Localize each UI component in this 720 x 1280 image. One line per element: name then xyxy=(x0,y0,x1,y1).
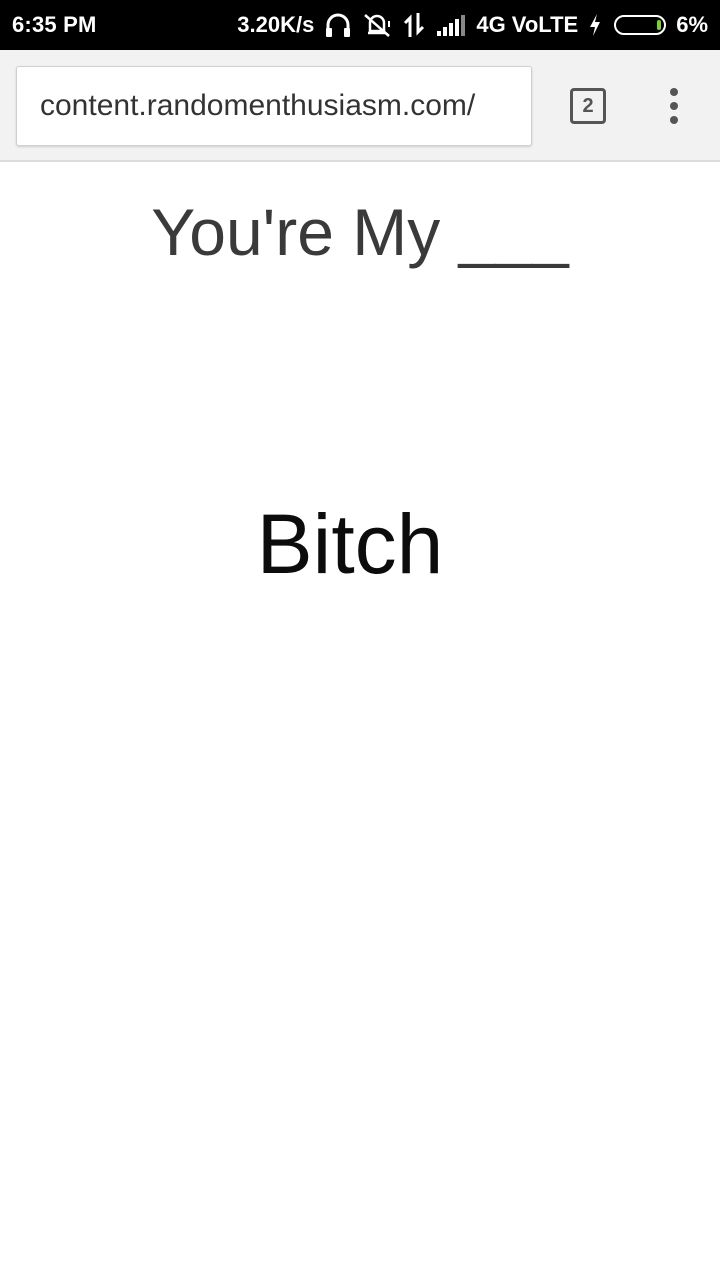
overflow-menu-icon[interactable] xyxy=(658,88,690,124)
headphones-icon xyxy=(324,12,352,38)
vibrate-off-icon xyxy=(362,12,392,38)
phone-screen: 6:35 PM 3.20K/s 4G VoLTE 6% content.rand… xyxy=(0,0,720,1280)
status-indicators: 3.20K/s 4G VoLTE 6% xyxy=(237,0,708,50)
page-headline: You're My ___ xyxy=(151,195,569,269)
battery-level-fill xyxy=(657,20,662,30)
url-bar[interactable]: content.randomenthusiasm.com/ xyxy=(16,66,532,146)
tab-count: 2 xyxy=(582,94,594,117)
browser-toolbar: content.randomenthusiasm.com/ 2 xyxy=(0,50,720,162)
url-text[interactable]: content.randomenthusiasm.com/ xyxy=(40,89,475,123)
tab-switcher-button[interactable]: 2 xyxy=(570,88,606,124)
web-page-content: You're My ___ Bitch xyxy=(0,162,720,1280)
menu-dot xyxy=(670,102,678,110)
signal-bars-icon xyxy=(436,13,466,37)
battery-icon xyxy=(614,15,667,35)
menu-dot xyxy=(670,116,678,124)
data-transfer-icon xyxy=(402,12,426,38)
charging-bolt-icon xyxy=(588,13,602,37)
network-speed: 3.20K/s xyxy=(237,12,315,37)
status-time: 6:35 PM xyxy=(12,12,97,37)
network-type: 4G VoLTE xyxy=(476,12,579,37)
menu-dot xyxy=(670,88,678,96)
battery-percent: 6% xyxy=(676,12,708,37)
page-answer-text: Bitch xyxy=(256,497,444,591)
status-bar: 6:35 PM 3.20K/s 4G VoLTE 6% xyxy=(0,0,720,50)
